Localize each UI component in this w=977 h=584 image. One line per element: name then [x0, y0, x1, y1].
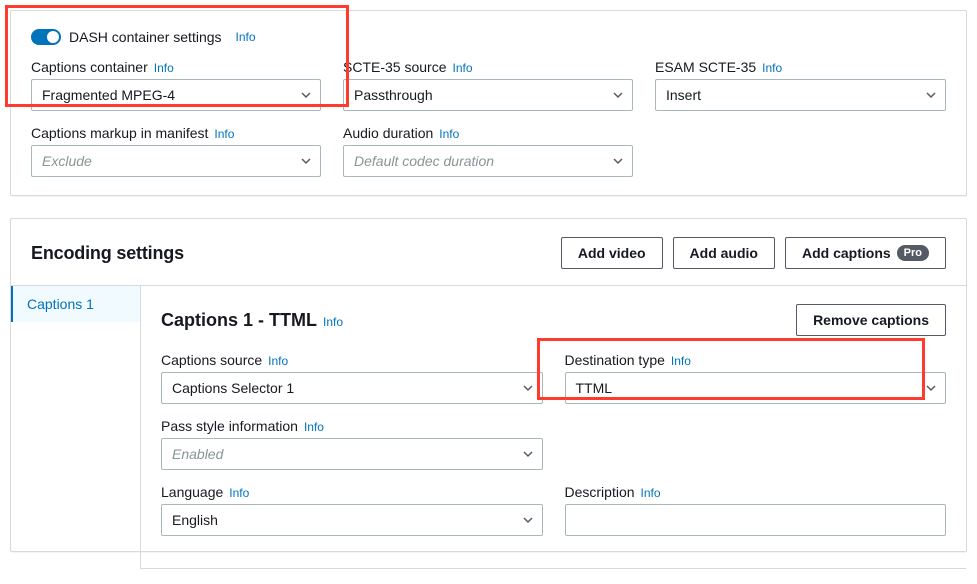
select-value: Default codec duration: [354, 153, 494, 169]
add-captions-button[interactable]: Add captions Pro: [785, 237, 946, 269]
nav-item-captions1[interactable]: Captions 1: [11, 286, 140, 322]
caret-down-icon: [612, 155, 624, 167]
info-link[interactable]: Info: [439, 127, 459, 141]
captions-source-select[interactable]: Captions Selector 1: [161, 372, 543, 404]
language-label: Language: [161, 484, 223, 500]
info-link[interactable]: Info: [452, 61, 472, 75]
caret-down-icon: [522, 382, 534, 394]
caret-down-icon: [300, 89, 312, 101]
add-audio-button[interactable]: Add audio: [673, 237, 775, 269]
audio-duration-select[interactable]: Default codec duration: [343, 145, 633, 177]
esam-scte35-label: ESAM SCTE-35: [655, 59, 756, 75]
select-value: Exclude: [42, 153, 92, 169]
info-link[interactable]: Info: [762, 61, 782, 75]
captions-container-label: Captions container: [31, 59, 148, 75]
select-value: Fragmented MPEG-4: [42, 87, 175, 103]
select-value: Captions Selector 1: [172, 380, 294, 396]
caret-down-icon: [925, 89, 937, 101]
info-link[interactable]: Info: [304, 420, 324, 434]
destination-type-label: Destination type: [565, 352, 665, 368]
encoding-nav: Captions 1: [11, 286, 141, 569]
caret-down-icon: [925, 382, 937, 394]
description-input[interactable]: [565, 504, 947, 536]
pro-badge: Pro: [897, 245, 929, 261]
encoding-panel: Encoding settings Add video Add audio Ad…: [10, 218, 967, 552]
esam-scte35-select[interactable]: Insert: [655, 79, 946, 111]
info-link[interactable]: Info: [229, 486, 249, 500]
dash-panel: DASH container settings Info Captions co…: [10, 10, 967, 196]
select-value: Enabled: [172, 446, 223, 462]
pass-style-select[interactable]: Enabled: [161, 438, 543, 470]
dash-toggle[interactable]: [31, 29, 61, 45]
captions-container-select[interactable]: Fragmented MPEG-4: [31, 79, 321, 111]
captions-markup-label: Captions markup in manifest: [31, 125, 208, 141]
caret-down-icon: [300, 155, 312, 167]
scte35-source-label: SCTE-35 source: [343, 59, 446, 75]
info-link[interactable]: Info: [236, 30, 256, 44]
info-link[interactable]: Info: [671, 354, 691, 368]
info-link[interactable]: Info: [268, 354, 288, 368]
info-link[interactable]: Info: [214, 127, 234, 141]
select-value: Insert: [666, 87, 701, 103]
language-select[interactable]: English: [161, 504, 543, 536]
select-value: English: [172, 512, 218, 528]
caret-down-icon: [522, 514, 534, 526]
info-link[interactable]: Info: [323, 315, 343, 329]
dash-toggle-label: DASH container settings: [69, 29, 222, 45]
info-link[interactable]: Info: [154, 61, 174, 75]
select-value: Passthrough: [354, 87, 433, 103]
destination-type-select[interactable]: TTML: [565, 372, 947, 404]
select-value: TTML: [576, 380, 613, 396]
pass-style-label: Pass style information: [161, 418, 298, 434]
add-video-button[interactable]: Add video: [561, 237, 663, 269]
audio-duration-label: Audio duration: [343, 125, 433, 141]
scte35-source-select[interactable]: Passthrough: [343, 79, 633, 111]
caret-down-icon: [612, 89, 624, 101]
encoding-heading: Encoding settings: [31, 243, 184, 264]
captions-title: Captions 1 - TTML: [161, 310, 317, 331]
info-link[interactable]: Info: [641, 486, 661, 500]
description-label: Description: [565, 484, 635, 500]
captions-source-label: Captions source: [161, 352, 262, 368]
remove-captions-button[interactable]: Remove captions: [796, 304, 946, 336]
captions-markup-select[interactable]: Exclude: [31, 145, 321, 177]
caret-down-icon: [522, 448, 534, 460]
